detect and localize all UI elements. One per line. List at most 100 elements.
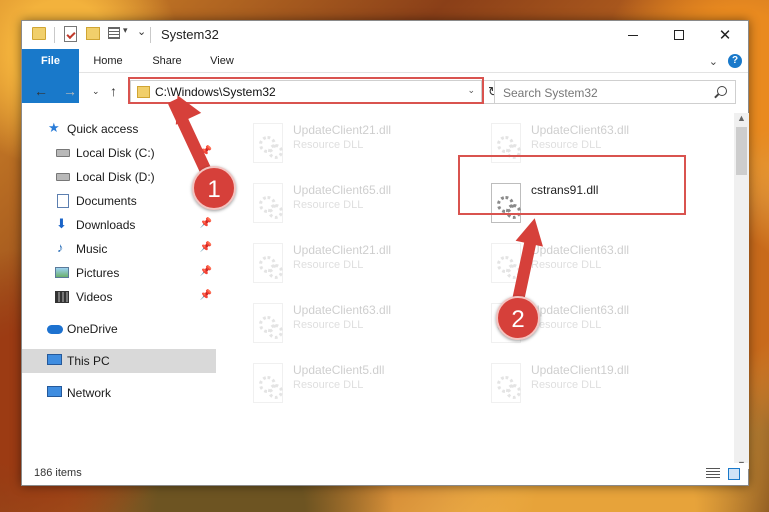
search-box[interactable]: Search System32 [494, 80, 736, 104]
file-name: UpdateClient5.dll [293, 363, 385, 377]
disk-icon [56, 173, 70, 181]
videos-icon [55, 291, 69, 303]
file-item[interactable]: UpdateClient21.dll Resource DLL [243, 119, 473, 173]
address-dropdown-icon[interactable]: ⌄ [467, 85, 475, 96]
sidebar-item-label: OneDrive [67, 322, 118, 336]
scrollbar-thumb[interactable] [736, 127, 747, 175]
view-options-icon[interactable] [108, 27, 120, 39]
sidebar-item-label: This PC [67, 354, 110, 368]
customize-quick-access-icon[interactable]: ⌄ [137, 25, 146, 38]
tab-view[interactable]: View [200, 49, 244, 73]
step-callout-1: 1 [192, 166, 236, 210]
file-name: UpdateClient63.dll [531, 123, 630, 137]
file-type: Resource DLL [293, 379, 364, 391]
expand-ribbon-icon[interactable]: ⌄ [709, 55, 718, 68]
search-input[interactable]: Search System32 [503, 86, 598, 100]
sidebar-item-label: Videos [76, 290, 113, 304]
file-type: Resource DLL [531, 319, 602, 331]
file-type: Resource DLL [531, 379, 602, 391]
file-item[interactable]: UpdateClient19.dll Resource DLL [481, 359, 711, 413]
sidebar-item-label: Pictures [76, 266, 120, 280]
sidebar-item-label: Documents [76, 194, 137, 208]
large-icons-view-icon[interactable] [728, 468, 740, 480]
minimize-icon [628, 34, 638, 36]
sidebar-item-onedrive[interactable]: OneDrive [22, 317, 216, 341]
file-item-cstrans91[interactable]: cstrans91.dll [481, 179, 711, 233]
this-pc-icon [47, 354, 62, 365]
back-button[interactable]: ← [34, 83, 48, 99]
folder-icon [137, 86, 150, 98]
help-icon[interactable]: ? [728, 54, 742, 68]
file-item[interactable]: UpdateClient63.dll Resource DLL [243, 299, 473, 353]
pin-icon[interactable]: 📌 [200, 290, 212, 301]
file-name: UpdateClient65.dll [293, 183, 392, 197]
status-bar: 186 items [22, 463, 748, 485]
title-bar: ▾ ⌄ System32 ✕ [22, 21, 748, 49]
scroll-up-icon[interactable]: ▲ [737, 113, 746, 123]
file-name: UpdateClient63.dll [293, 303, 392, 317]
properties-icon[interactable] [64, 26, 77, 42]
file-item[interactable]: UpdateClient21.dll Resource DLL [243, 239, 473, 293]
file-item[interactable]: UpdateClient5.dll Resource DLL [243, 359, 473, 413]
new-folder-icon[interactable] [86, 27, 100, 40]
sidebar-item-label: Local Disk (C:) [76, 146, 155, 160]
pin-icon[interactable]: 📌 [200, 218, 212, 229]
sidebar-item-local-disk-d[interactable]: Local Disk (D:) [22, 165, 216, 189]
sidebar-item-network[interactable]: Network [22, 381, 216, 405]
disk-icon [56, 149, 70, 157]
maximize-button[interactable] [656, 21, 702, 49]
chevron-down-icon[interactable]: ▾ [123, 25, 128, 36]
file-name: UpdateClient19.dll [531, 363, 630, 377]
window-title: System32 [161, 27, 219, 42]
details-view-icon[interactable] [706, 468, 720, 479]
divider [54, 27, 55, 43]
star-icon: ★ [48, 120, 60, 135]
ribbon: File Home Share View ⌄ ? [22, 49, 748, 103]
navigation-pane: ★ Quick access Local Disk (C:) 📌 Local D… [22, 113, 218, 469]
file-type: Resource DLL [293, 319, 364, 331]
pin-icon[interactable]: 📌 [200, 266, 212, 277]
minimize-button[interactable] [610, 21, 656, 49]
file-name: UpdateClient63.dll [531, 243, 630, 257]
tab-share[interactable]: Share [142, 49, 192, 73]
sidebar-item-label: Network [67, 386, 112, 400]
sidebar-item-label: Quick access [67, 122, 139, 136]
explorer-window: ▾ ⌄ System32 ✕ File Home Share View ⌄ ? … [21, 20, 749, 486]
file-item[interactable]: UpdateClient63.dll Resource DLL [481, 119, 711, 173]
file-type: Resource DLL [531, 139, 602, 151]
sidebar-item-label: Downloads [76, 218, 136, 232]
maximize-icon [674, 30, 684, 40]
file-type: Resource DLL [531, 259, 602, 271]
dll-file-icon [491, 123, 521, 163]
folder-icon[interactable] [32, 27, 46, 40]
pin-icon[interactable]: 📌 [200, 242, 212, 253]
network-icon [47, 386, 62, 397]
file-type: Resource DLL [293, 259, 364, 271]
file-type: Resource DLL [293, 199, 364, 211]
dll-file-icon [253, 243, 283, 283]
vertical-scrollbar[interactable]: ▲ ▼ [734, 113, 749, 469]
file-name: cstrans91.dll [531, 183, 599, 197]
sidebar-item-this-pc[interactable]: This PC [22, 349, 216, 373]
search-icon[interactable] [717, 86, 727, 96]
annotation-arrowhead [515, 215, 549, 247]
forward-button[interactable]: → [63, 83, 77, 99]
dll-file-icon [253, 183, 283, 223]
item-count: 186 items [34, 467, 82, 479]
file-type: Resource DLL [293, 139, 364, 151]
dll-file-icon [253, 363, 283, 403]
up-button[interactable]: ↑ [110, 83, 117, 99]
sidebar-item-label: Local Disk (D:) [76, 170, 155, 184]
sidebar-item-downloads[interactable]: ⬇ Downloads 📌 [22, 213, 216, 237]
sidebar-item-documents[interactable]: Documents 📌 [22, 189, 216, 213]
sidebar-item-videos[interactable]: Videos 📌 [22, 285, 216, 309]
sidebar-item-music[interactable]: ♪ Music 📌 [22, 237, 216, 261]
close-button[interactable]: ✕ [702, 21, 748, 49]
sidebar-item-label: Music [76, 242, 108, 256]
sidebar-item-pictures[interactable]: Pictures 📌 [22, 261, 216, 285]
divider [150, 27, 151, 43]
tab-home[interactable]: Home [84, 49, 132, 73]
file-item[interactable]: UpdateClient65.dll Resource DLL [243, 179, 473, 233]
recent-locations-button[interactable]: ⌄ [92, 86, 100, 97]
documents-icon [57, 194, 69, 208]
